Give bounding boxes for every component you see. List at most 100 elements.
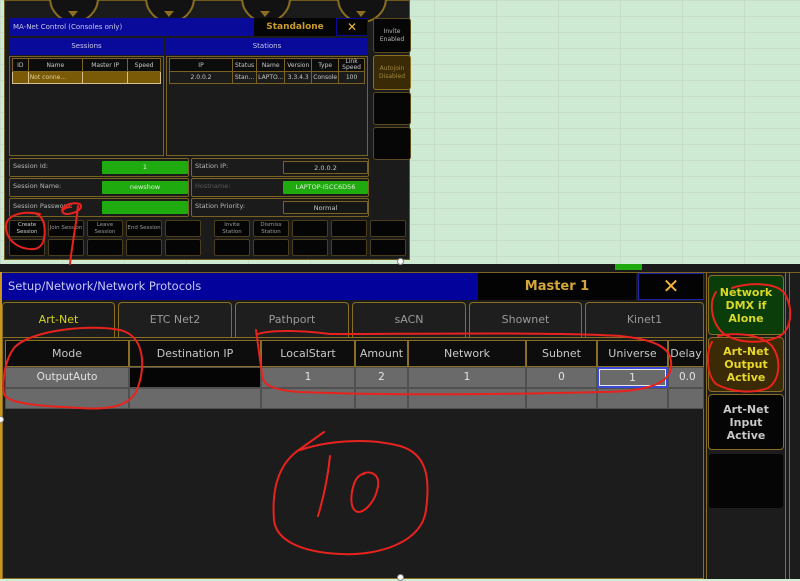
col-name[interactable]: Name [27, 58, 84, 72]
empty-button[interactable] [165, 220, 201, 237]
col-version[interactable]: Version [284, 58, 313, 72]
resize-handle[interactable] [397, 574, 404, 581]
cell-delay[interactable]: 0.0 [668, 367, 704, 388]
network-protocols-window: Setup/Network/Network Protocols Master 1… [0, 264, 800, 579]
cell-name: Not conne... [27, 71, 84, 84]
art-net-output-active-button[interactable]: Art-Net Output Active [708, 337, 784, 392]
session-name-input[interactable]: newshow [102, 181, 188, 194]
tab-etc-net2[interactable]: ETC Net2 [118, 302, 232, 337]
empty-button[interactable] [292, 220, 328, 237]
col-mode[interactable]: Mode [5, 340, 129, 367]
col-network[interactable]: Network [408, 340, 526, 367]
empty-cell[interactable] [261, 388, 355, 409]
col-link-speed[interactable]: Link Speed [338, 58, 365, 72]
master-indicator: Master 1 [478, 273, 636, 300]
empty-cell[interactable] [5, 388, 129, 409]
col-type[interactable]: Type [311, 58, 340, 72]
window-title: MA-Net Control (Consoles only) [9, 18, 254, 36]
cell-localstart[interactable]: 1 [261, 367, 355, 388]
tab-pathport[interactable]: Pathport [235, 302, 349, 337]
col-destination-ip[interactable]: Destination IP [129, 340, 261, 367]
empty-button[interactable] [165, 239, 201, 256]
dismiss-station-button[interactable]: Dismiss Station [253, 220, 289, 237]
resize-handle[interactable] [397, 258, 404, 265]
art-net-input-active-button[interactable]: Art-Net Input Active [708, 394, 784, 450]
session-name-label: Session Name: [13, 182, 62, 190]
table-row[interactable]: Not conne... [12, 71, 161, 84]
cell-universe[interactable]: 1 [597, 367, 668, 388]
empty-cell[interactable] [129, 388, 261, 409]
empty-cell[interactable] [597, 388, 668, 409]
mode-indicator: Standalone [254, 18, 336, 36]
station-priority-select[interactable]: Normal [283, 201, 368, 214]
sessions-list: ID Name Master IP Speed Not conne... [9, 56, 164, 156]
side-empty-button[interactable] [373, 127, 411, 160]
invite-station-button[interactable]: Invite Station [214, 220, 250, 237]
cell-type: Console [311, 71, 340, 84]
col-localstart[interactable]: LocalStart [261, 340, 355, 367]
session-id-field: Session Id: 1 [9, 158, 189, 177]
col-universe[interactable]: Universe [597, 340, 668, 367]
station-ip-input[interactable]: 2.0.0.2 [283, 161, 368, 174]
empty-cell[interactable] [526, 388, 597, 409]
col-amount[interactable]: Amount [355, 340, 408, 367]
create-session-button[interactable]: Create Session [9, 220, 45, 237]
empty-button[interactable] [126, 239, 162, 256]
network-dmx-if-alone-button[interactable]: Network DMX if Alone [708, 275, 784, 335]
cell-destination-ip[interactable] [129, 367, 261, 388]
cell-subnet[interactable]: 0 [526, 367, 597, 388]
empty-cell[interactable] [355, 388, 408, 409]
empty-button[interactable] [9, 239, 45, 256]
col-master-ip[interactable]: Master IP [81, 58, 129, 72]
close-button[interactable]: ✕ [638, 273, 704, 300]
empty-cell[interactable] [408, 388, 526, 409]
empty-button[interactable] [370, 239, 406, 256]
empty-cell[interactable] [668, 388, 704, 409]
invite-enabled-button[interactable]: Invite Enabled [373, 18, 411, 53]
stations-header: Stations [166, 38, 368, 55]
session-name-field: Session Name: newshow [9, 178, 189, 197]
table-row[interactable]: 2.0.0.2 Stan... LAPTO... 3.3.4.3 Console… [169, 71, 365, 84]
cell-link-speed: 100 [338, 71, 365, 84]
cell-amount[interactable]: 2 [355, 367, 408, 388]
session-id-input[interactable]: 1 [102, 161, 188, 174]
empty-button[interactable] [331, 239, 367, 256]
cell-id [12, 71, 29, 84]
session-password-input[interactable] [102, 201, 188, 214]
col-subnet[interactable]: Subnet [526, 340, 597, 367]
tab-sacn[interactable]: sACN [352, 302, 466, 337]
session-password-field: Session Password: [9, 198, 189, 217]
empty-button[interactable] [292, 239, 328, 256]
hostname-input[interactable]: LAPTOP-I5CC6D56 [283, 181, 368, 194]
session-id-label: Session Id: [13, 162, 49, 170]
join-session-button[interactable]: Join Session [48, 220, 84, 237]
autojoin-disabled-button[interactable]: Autojoin Disabled [373, 55, 411, 90]
sessions-table: ID Name Master IP Speed Not conne... [12, 58, 161, 84]
left-edge [0, 272, 2, 579]
empty-button[interactable] [87, 239, 123, 256]
tab-kinet1[interactable]: Kinet1 [585, 302, 704, 337]
col-delay[interactable]: Delay [668, 340, 704, 367]
empty-side-button[interactable] [708, 453, 784, 509]
cell-mode[interactable]: OutputAuto [5, 367, 129, 388]
empty-button[interactable] [253, 239, 289, 256]
tab-shownet[interactable]: Shownet [469, 302, 582, 337]
col-id[interactable]: ID [12, 58, 29, 72]
col-speed[interactable]: Speed [127, 58, 161, 72]
tab-art-net[interactable]: Art-Net [2, 302, 115, 337]
side-empty-button[interactable] [373, 92, 411, 125]
side-edge [789, 272, 800, 579]
empty-button[interactable] [48, 239, 84, 256]
end-session-button[interactable]: End Session [126, 220, 162, 237]
close-button[interactable]: ✕ [336, 18, 368, 36]
hostname-label: Hostname: [195, 182, 231, 190]
empty-button[interactable] [370, 220, 406, 237]
session-password-label: Session Password: [13, 202, 73, 210]
col-status[interactable]: Status [231, 58, 258, 72]
col-ip[interactable]: IP [169, 58, 233, 72]
empty-button[interactable] [331, 220, 367, 237]
cell-network[interactable]: 1 [408, 367, 526, 388]
leave-session-button[interactable]: Leave Session [87, 220, 123, 237]
empty-button[interactable] [214, 239, 250, 256]
col-name[interactable]: Name [256, 58, 286, 72]
